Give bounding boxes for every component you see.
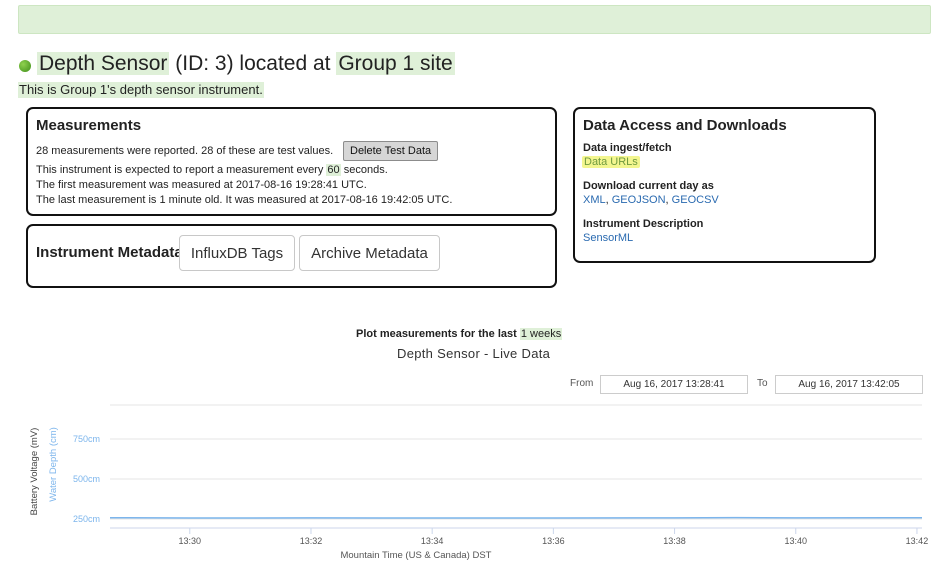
y-tick-label: 750cm	[73, 434, 100, 444]
y-tick-label: 250cm	[73, 514, 100, 524]
range-to-label: To	[757, 378, 768, 389]
chart-title: Depth Sensor - Live Data	[397, 346, 551, 361]
status-indicator-icon	[19, 60, 31, 72]
range-from-label: From	[570, 378, 594, 389]
data-urls-link[interactable]: Data URLs	[582, 156, 640, 168]
interval-text-pre: This instrument is expected to report a …	[36, 164, 324, 176]
xml-link[interactable]: XML	[583, 194, 606, 206]
sensor-id-text: (ID: 3) located at	[175, 52, 331, 75]
geojson-link[interactable]: GEOJSON	[612, 194, 666, 206]
data-access-title: Data Access and Downloads	[583, 117, 787, 134]
instrument-metadata-panel: Instrument Metadata InfluxDB Tags Archiv…	[26, 224, 557, 288]
plot-period-value: 1	[520, 328, 527, 340]
alert-banner	[18, 5, 931, 34]
measurements-title: Measurements	[36, 117, 142, 134]
x-axis-title: Mountain Time (US & Canada) DST	[340, 550, 491, 561]
influxdb-tags-button[interactable]: InfluxDB Tags	[179, 235, 295, 271]
y-axis-title-left: Battery Voltage (mV)	[29, 428, 40, 516]
x-tick-label: 13:34	[421, 536, 444, 546]
x-tick-label: 13:42	[906, 536, 929, 546]
range-to-input[interactable]	[775, 375, 923, 394]
download-formats: XML, GEOJSON, GEOCSV	[583, 194, 719, 206]
interval-text: This instrument is expected to report a …	[36, 163, 388, 178]
x-tick-label: 13:30	[179, 536, 202, 546]
download-day-label: Download current day as	[583, 180, 714, 192]
archive-metadata-button[interactable]: Archive Metadata	[299, 235, 440, 271]
plot-period-unit: weeks	[530, 328, 562, 340]
plot-period-heading: Plot measurements for the last 1 weeks	[356, 328, 563, 340]
x-tick-label: 13:38	[663, 536, 686, 546]
site-name: Group 1 site	[336, 52, 455, 75]
last-measurement-text: The last measurement is 1 minute old. It…	[36, 194, 453, 206]
geocsv-link[interactable]: GEOCSV	[672, 194, 719, 206]
page-title: Depth Sensor (ID: 3) located at Group 1 …	[37, 50, 455, 78]
plot-heading-text: Plot measurements for the last	[356, 328, 517, 340]
data-access-panel: Data Access and Downloads Data ingest/fe…	[573, 107, 876, 263]
instrument-description-label: Instrument Description	[583, 218, 704, 230]
plot-period-selector[interactable]: 1 weeks	[519, 328, 563, 340]
interval-text-post: seconds.	[343, 164, 388, 176]
measurement-count-text: 28 measurements were reported. 28 of the…	[36, 145, 334, 157]
depth-chart: 750cm 500cm 250cm 13:30 13:32 13:34 13:36 13:38…	[29, 404, 929, 561]
data-ingest-label: Data ingest/fetch	[583, 142, 672, 154]
measurements-panel: Measurements 28 measurements were report…	[26, 107, 557, 216]
sensorml-link[interactable]: SensorML	[583, 232, 633, 244]
x-tick-label: 13:32	[300, 536, 323, 546]
instrument-metadata-title: Instrument Metadata	[36, 244, 183, 261]
range-from-input[interactable]	[600, 375, 748, 394]
y-tick-label: 500cm	[73, 474, 100, 484]
first-measurement-text: The first measurement was measured at 20…	[36, 179, 367, 191]
y-axis-title-right: Water Depth (cm)	[48, 427, 59, 502]
interval-value: 60	[326, 164, 341, 176]
x-tick-label: 13:36	[542, 536, 565, 546]
x-tick-label: 13:40	[784, 536, 807, 546]
sensor-name: Depth Sensor	[37, 52, 170, 75]
delete-test-data-button[interactable]: Delete Test Data	[343, 141, 439, 161]
sensor-description: This is Group 1's depth sensor instrumen…	[18, 82, 264, 98]
